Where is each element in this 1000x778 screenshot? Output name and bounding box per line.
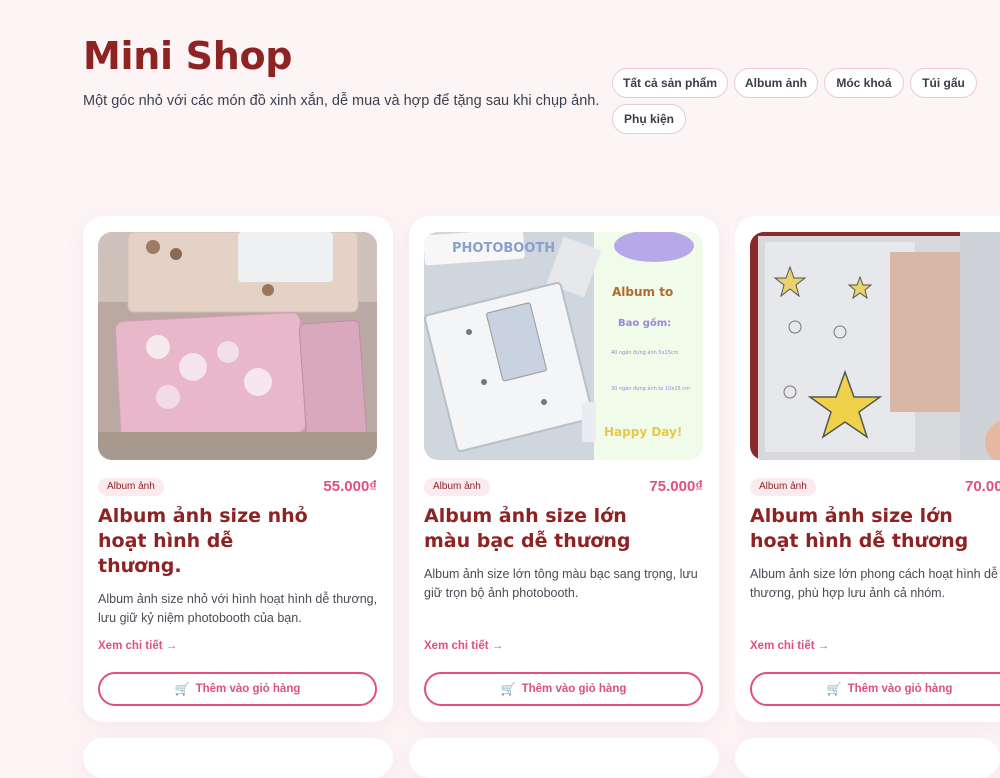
album-includes-text: Bao gồm: [618, 316, 671, 329]
category-badge: Album ảnh [750, 478, 816, 496]
filter-bear-bag[interactable]: Túi gấu [910, 68, 977, 98]
product-card-clip: Album ảnh 70.000₫ Album ảnh size lớn hoạ… [735, 216, 1000, 750]
view-details-link[interactable]: Xem chi tiết → [750, 640, 829, 652]
album-line1-text: 40 ngăn đựng ảnh 5x15cm [611, 349, 679, 356]
product-title[interactable]: Album ảnh size lớn màu bạc dễ thương [424, 504, 644, 554]
product-description: Album ảnh size lớn tông màu bạc sang trọ… [424, 567, 698, 600]
product-title[interactable]: Album ảnh size nhỏ hoạt hình dễ thương. [98, 504, 318, 579]
product-price: 75.000₫ [649, 478, 703, 495]
clear-album-photo [750, 232, 1000, 460]
product-description: Album ảnh size lớn phong cách hoạt hình … [750, 567, 998, 600]
product-image[interactable] [750, 232, 1000, 460]
silver-album-photo: PHOTOBOOTH Album to Bao gồm: 40 ngăn đựn… [424, 232, 703, 460]
product-image[interactable] [98, 232, 377, 460]
product-title[interactable]: Album ảnh size lớn hoạt hình dễ thương [750, 504, 970, 554]
product-description: Album ảnh size nhỏ với hình hoạt hình dễ… [98, 592, 378, 625]
happy-day-text: Happy Day! [604, 425, 682, 439]
cart-icon: 🛒 [174, 682, 190, 696]
filter-all-products[interactable]: Tất cả sản phẩm [612, 68, 728, 98]
cart-icon: 🛒 [500, 682, 516, 696]
page-subtitle: Một góc nhỏ với các món đồ xinh xắn, dễ … [83, 93, 600, 109]
product-card-next-row [409, 738, 719, 778]
add-to-cart-button[interactable]: 🛒 Thêm vào giỏ hàng [424, 672, 703, 706]
filter-accessories[interactable]: Phụ kiện [612, 104, 686, 134]
view-details-link[interactable]: Xem chi tiết → [424, 640, 503, 652]
product-price: 55.000₫ [323, 478, 377, 495]
view-details-link[interactable]: Xem chi tiết → [98, 640, 177, 652]
product-card: PHOTOBOOTH Album to Bao gồm: 40 ngăn đựn… [409, 216, 719, 722]
add-to-cart-label: Thêm vào giỏ hàng [195, 683, 301, 695]
add-to-cart-label: Thêm vào giỏ hàng [521, 683, 627, 695]
add-to-cart-button[interactable]: 🛒 Thêm vào giỏ hàng [750, 672, 1000, 706]
pink-album-photo [98, 232, 377, 460]
filter-keychain[interactable]: Móc khoá [824, 68, 904, 98]
cart-icon: 🛒 [826, 682, 842, 696]
add-to-cart-label: Thêm vào giỏ hàng [847, 683, 953, 695]
product-price: 70.000₫ [965, 478, 1000, 495]
product-card: Album ảnh 70.000₫ Album ảnh size lớn hoạ… [735, 216, 1000, 722]
filter-photo-album[interactable]: Album ảnh [734, 68, 818, 98]
category-badge: Album ảnh [98, 478, 164, 496]
page-title: Mini Shop [83, 34, 293, 78]
product-card-next-row [735, 738, 1000, 778]
product-card: Album ảnh 55.000₫ Album ảnh size nhỏ hoạ… [83, 216, 393, 722]
product-image[interactable]: PHOTOBOOTH Album to Bao gồm: 40 ngăn đựn… [424, 232, 703, 460]
album-heading-text: Album to [612, 285, 673, 299]
add-to-cart-button[interactable]: 🛒 Thêm vào giỏ hàng [98, 672, 377, 706]
photobooth-text: PHOTOBOOTH [452, 241, 555, 256]
category-badge: Album ảnh [424, 478, 490, 496]
album-line2-text: 30 ngăn đựng ảnh to 10x15 cm [611, 385, 690, 392]
product-card-next-row [83, 738, 393, 778]
